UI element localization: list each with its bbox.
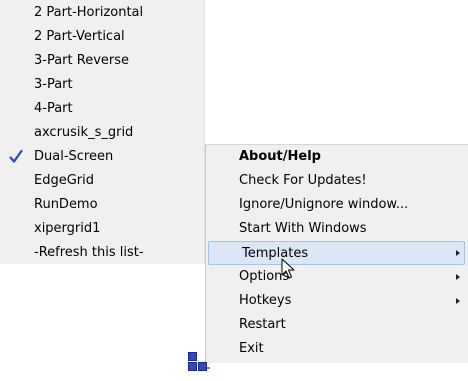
menu-item-label: About/Help	[239, 149, 321, 164]
menu-item-label: Hotkeys	[239, 293, 292, 308]
menu-item-label: Dual-Screen	[34, 149, 114, 164]
checkmark-icon	[8, 145, 24, 169]
menu-item-label: 4-Part	[34, 101, 73, 116]
chevron-right-icon	[456, 298, 460, 304]
menu-item-label: RunDemo	[34, 197, 98, 212]
menu-item-restart[interactable]: Restart	[206, 313, 468, 337]
template-item-2-part-vertical[interactable]: 2 Part-Vertical	[0, 25, 204, 49]
template-item-edgegrid[interactable]: EdgeGrid	[0, 169, 204, 193]
menu-item-label: Ignore/Unignore window...	[239, 197, 409, 212]
menu-item-label: 2 Part-Vertical	[34, 29, 125, 44]
templates-submenu: 2 Part-Horizontal 2 Part-Vertical 3-Part…	[0, 0, 205, 264]
template-item-4-part[interactable]: 4-Part	[0, 97, 204, 121]
template-item-3-part-reverse[interactable]: 3-Part Reverse	[0, 49, 204, 73]
menu-item-check-updates[interactable]: Check For Updates!	[206, 169, 468, 193]
template-item-xipergrid1[interactable]: xipergrid1	[0, 217, 204, 241]
menu-item-label: -Refresh this list-	[34, 245, 144, 260]
template-item-rundemo[interactable]: RunDemo	[0, 193, 204, 217]
template-item-dual-screen[interactable]: Dual-Screen	[0, 145, 204, 169]
menu-item-label: 2 Part-Horizontal	[34, 5, 144, 20]
menu-item-ignore-unignore[interactable]: Ignore/Unignore window...	[206, 193, 468, 217]
menu-item-templates[interactable]: Templates	[208, 241, 465, 265]
menu-item-label: xipergrid1	[34, 221, 101, 236]
tray-context-menu: About/Help Check For Updates! Ignore/Uni…	[205, 144, 468, 363]
menu-item-start-with-windows[interactable]: Start With Windows	[206, 217, 468, 241]
menu-item-options[interactable]: Options	[206, 265, 468, 289]
menu-item-label: 3-Part	[34, 77, 73, 92]
template-item-2-part-horizontal[interactable]: 2 Part-Horizontal	[0, 1, 204, 25]
chevron-right-icon	[456, 250, 460, 256]
menu-item-label: Exit	[239, 341, 264, 356]
menu-item-label: Check For Updates!	[239, 173, 367, 188]
menu-item-label: axcrusik_s_grid	[34, 125, 134, 140]
menu-item-label: Restart	[239, 317, 286, 332]
menu-item-about-help[interactable]: About/Help	[206, 145, 468, 169]
menu-item-exit[interactable]: Exit	[206, 337, 468, 361]
mouse-pointer-icon	[281, 258, 297, 280]
gridmove-tray-icon[interactable]	[186, 349, 210, 373]
menu-item-label: Templates	[242, 246, 309, 261]
template-item-refresh-list[interactable]: -Refresh this list-	[0, 241, 204, 265]
template-item-axcrusik-s-grid[interactable]: axcrusik_s_grid	[0, 121, 204, 145]
menu-item-label: 3-Part Reverse	[34, 53, 130, 68]
menu-item-hotkeys[interactable]: Hotkeys	[206, 289, 468, 313]
menu-item-label: EdgeGrid	[34, 173, 94, 188]
menu-item-label: Start With Windows	[239, 221, 367, 236]
chevron-right-icon	[456, 274, 460, 280]
template-item-3-part[interactable]: 3-Part	[0, 73, 204, 97]
